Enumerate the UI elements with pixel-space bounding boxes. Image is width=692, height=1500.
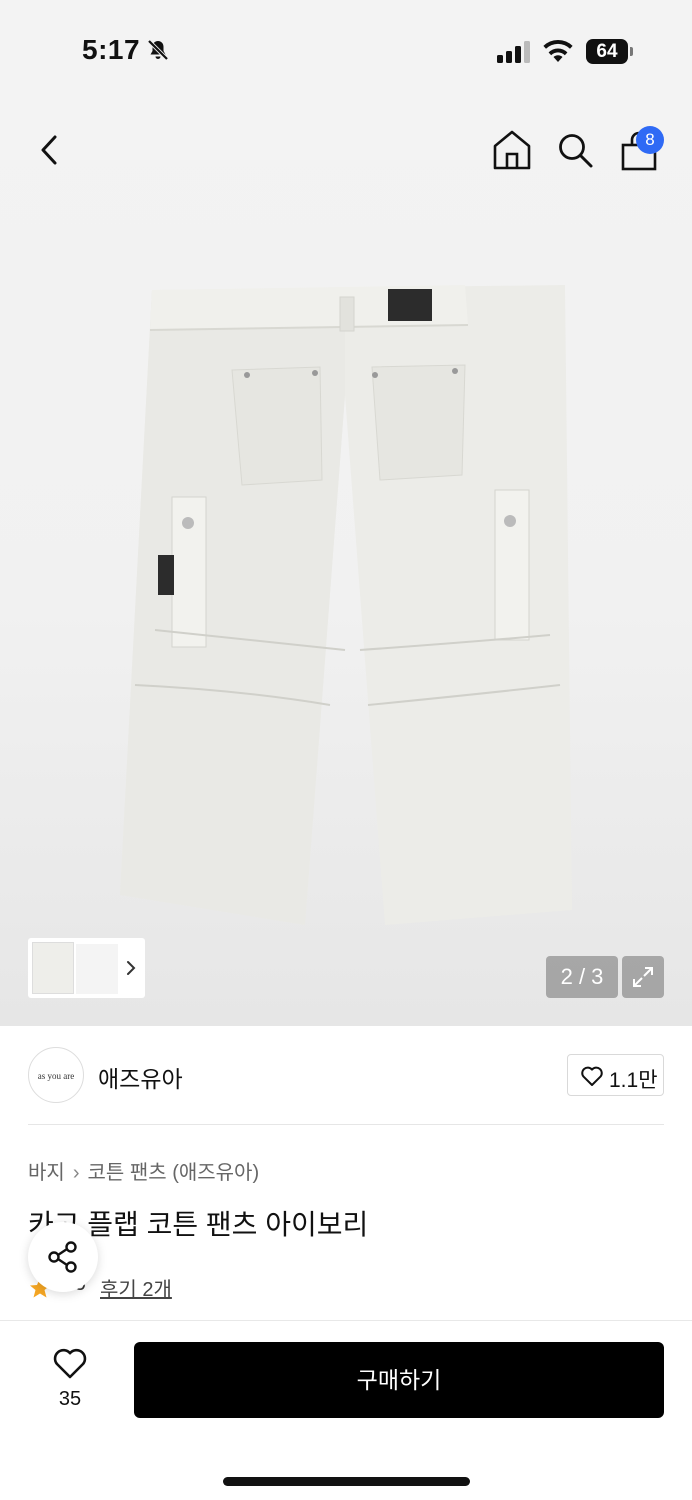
wifi-icon <box>543 40 573 62</box>
expand-button[interactable] <box>622 956 664 998</box>
home-indicator <box>223 1477 470 1486</box>
wishlist-button[interactable]: 35 <box>40 1342 100 1414</box>
home-icon[interactable] <box>491 128 533 172</box>
status-bar: 5:17 64 <box>0 0 692 100</box>
page-indicator: 2 / 3 <box>546 956 618 998</box>
cart-count-badge: 8 <box>636 126 664 154</box>
search-icon[interactable] <box>555 130 595 170</box>
battery-indicator: 64 <box>586 39 634 64</box>
thumbnail-1[interactable] <box>32 942 74 994</box>
product-gallery[interactable]: 8 2 / 3 <box>0 100 692 1026</box>
breadcrumb-subcategory[interactable]: 코튼 팬츠 (애즈유아) <box>87 1162 259 1184</box>
thumbnail-2[interactable] <box>76 944 118 994</box>
heart-outline-icon <box>53 1348 87 1379</box>
breadcrumb-chevron-icon: › <box>72 1162 80 1184</box>
share-button[interactable] <box>28 1222 98 1292</box>
breadcrumb-category[interactable]: 바지 <box>28 1162 65 1184</box>
thumbnail-strip[interactable] <box>28 938 145 998</box>
expand-icon <box>633 967 653 987</box>
battery-tip <box>630 47 633 56</box>
review-count-link[interactable]: 후기 2개 <box>100 1273 172 1302</box>
wishlist-count: 35 <box>58 1388 82 1410</box>
product-image[interactable] <box>110 285 580 930</box>
brand-row[interactable]: as you are 애즈유아 1.1만 <box>0 1026 692 1126</box>
cellular-signal-icon <box>497 41 530 63</box>
back-arrow-icon[interactable] <box>30 130 70 170</box>
heart-outline-icon <box>581 1066 603 1086</box>
chevron-right-icon[interactable] <box>124 958 138 978</box>
brand-like-count: 1.1만 <box>609 1069 658 1092</box>
brand-like-button[interactable]: 1.1만 <box>567 1054 664 1096</box>
battery-level: 64 <box>586 39 628 64</box>
breadcrumb: 바지 › 코튼 팬츠 (애즈유아) <box>28 1156 259 1185</box>
bottom-bar-divider <box>0 1320 692 1321</box>
bell-muted-icon <box>147 39 169 61</box>
divider <box>28 1124 664 1125</box>
share-icon <box>48 1241 77 1273</box>
status-time: 5:17 <box>82 34 141 65</box>
brand-name[interactable]: 애즈유아 <box>98 1060 183 1094</box>
buy-button[interactable]: 구매하기 <box>134 1342 664 1418</box>
brand-logo[interactable]: as you are <box>28 1047 84 1103</box>
